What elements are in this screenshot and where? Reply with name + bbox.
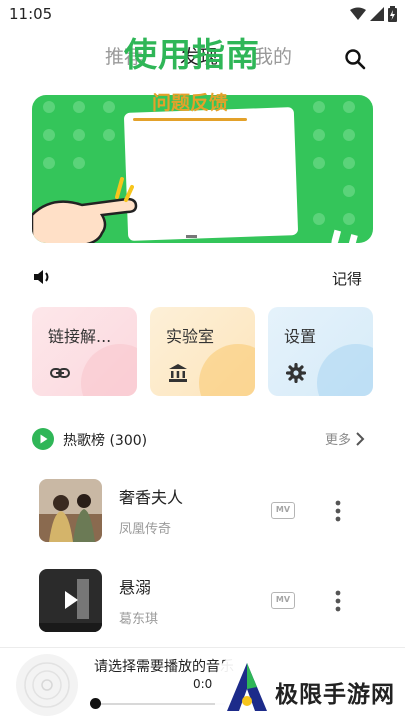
shortcut-settings[interactable]: 设置 — [268, 307, 373, 396]
card-title: 实验室 — [166, 327, 215, 346]
more-link[interactable]: 更多 — [325, 429, 365, 448]
watermark-logo — [227, 663, 267, 711]
player-time: 0:0 — [193, 677, 213, 691]
shortcut-lab[interactable]: 实验室 — [150, 307, 255, 396]
search-icon[interactable] — [343, 47, 367, 71]
player-prompt: 请选择需要播放的音乐 — [94, 659, 234, 675]
disc-icon[interactable] — [16, 654, 78, 716]
info-row: 记得 — [32, 264, 373, 290]
song-artist: 葛东琪 — [119, 612, 159, 627]
site-watermark: 极限手游网 — [215, 653, 405, 720]
status-time: 11:05 — [9, 5, 53, 23]
banner-indicator — [186, 235, 197, 238]
signal-icon — [370, 7, 384, 21]
banner-title: 使用指南 — [124, 35, 260, 74]
mv-badge[interactable]: MV — [271, 592, 295, 609]
album-cover — [39, 479, 102, 542]
progress-thumb[interactable] — [90, 698, 101, 709]
speaker-icon[interactable] — [32, 267, 54, 287]
record-link[interactable]: 记得 — [332, 268, 362, 289]
banner-underline — [133, 118, 247, 121]
status-icons — [350, 6, 397, 22]
song-row[interactable]: 悬溺 葛东琪 MV — [0, 569, 405, 633]
play-circle-icon[interactable] — [32, 428, 54, 450]
song-title: 悬溺 — [119, 578, 152, 597]
shortcut-link-parse[interactable]: 链接解... — [32, 307, 137, 396]
more-options-icon[interactable] — [328, 497, 348, 525]
link-icon — [50, 368, 70, 378]
card-decoration — [317, 344, 373, 396]
card-title: 设置 — [284, 327, 317, 346]
banner-card — [123, 107, 299, 241]
status-bar: 11:05 — [0, 0, 405, 28]
more-options-icon[interactable] — [328, 587, 348, 615]
spark-icon — [115, 177, 134, 202]
album-cover — [39, 569, 102, 632]
banner-subtitle: 问题反馈 — [151, 92, 228, 114]
hot-songs-title: 热歌榜 (300) — [63, 433, 148, 449]
chevron-right-icon — [356, 431, 365, 446]
progress-track[interactable] — [95, 703, 225, 705]
battery-icon — [388, 6, 397, 22]
card-decoration — [81, 344, 137, 396]
card-decoration — [199, 344, 255, 396]
song-artist: 凤凰传奇 — [119, 522, 172, 537]
wifi-icon — [350, 7, 366, 20]
song-row[interactable]: 奢香夫人 凤凰传奇 MV — [0, 479, 405, 543]
song-title: 奢香夫人 — [119, 488, 184, 507]
bank-icon — [169, 364, 187, 382]
more-label: 更多 — [324, 433, 351, 448]
gear-icon — [286, 363, 306, 383]
card-title: 链接解... — [48, 327, 112, 346]
hot-songs-header: 热歌榜 (300) 更多 — [32, 426, 373, 452]
mv-badge[interactable]: MV — [271, 502, 295, 519]
watermark-text: 极限手游网 — [275, 682, 395, 708]
